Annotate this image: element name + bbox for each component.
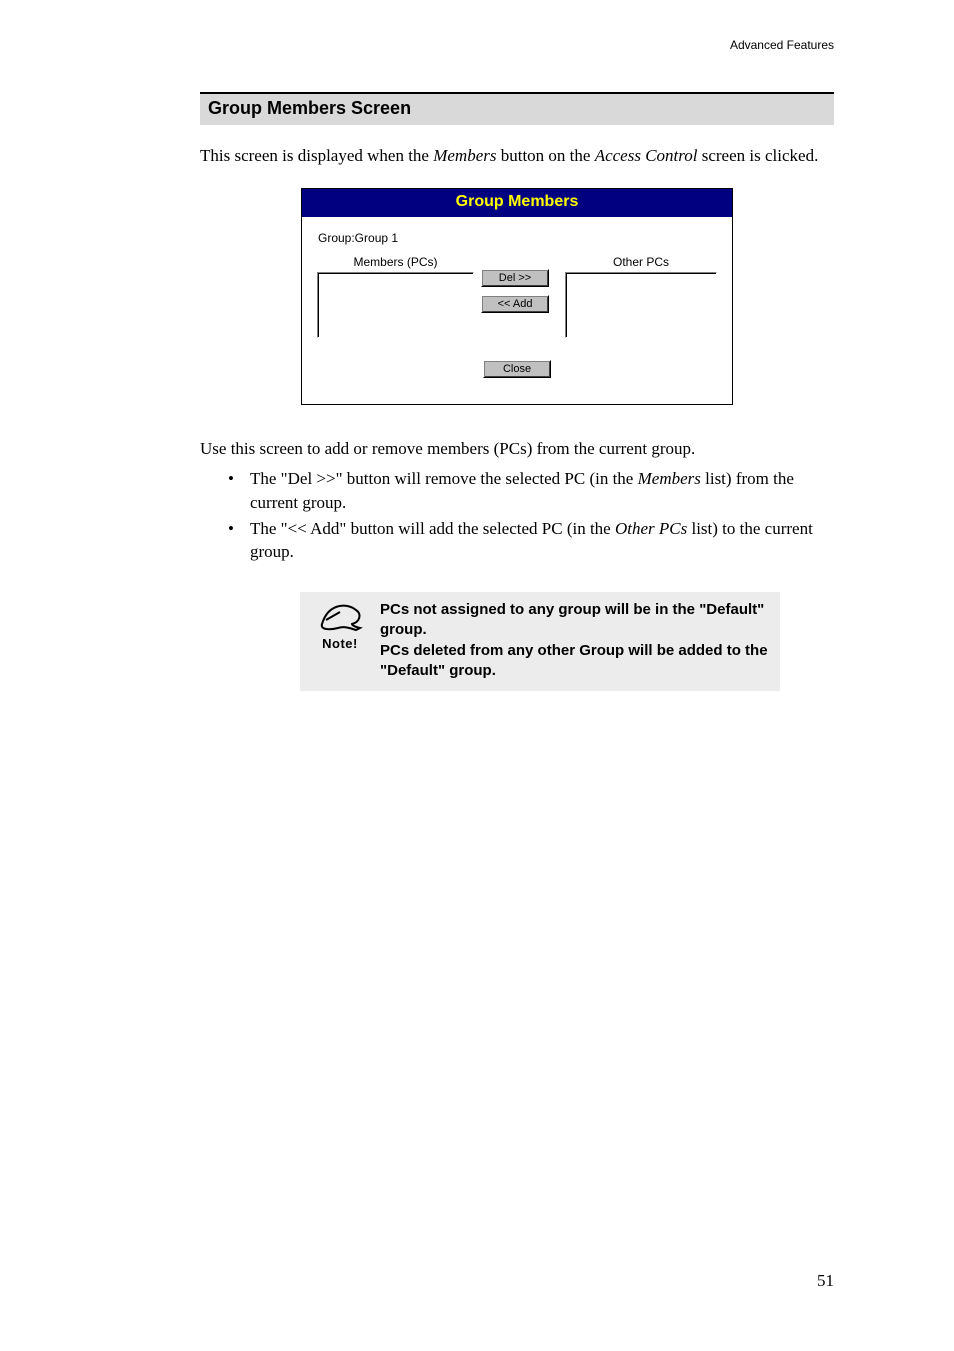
- figure-body: Group:Group 1 Members (PCs) Del >> << Ad…: [302, 217, 732, 404]
- figure-left-col: Members (PCs): [318, 255, 473, 338]
- intro-paragraph: This screen is displayed when the Member…: [200, 145, 834, 168]
- list-item: The "<< Add" button will add the selecte…: [228, 517, 834, 565]
- running-header: Advanced Features: [200, 38, 834, 52]
- other-pcs-label: Other PCs: [613, 255, 669, 269]
- note-box: Note! PCs not assigned to any group will…: [300, 592, 780, 691]
- del-button[interactable]: Del >>: [481, 269, 549, 287]
- bullet-list: The "Del >>" button will remove the sele…: [228, 467, 834, 564]
- section-heading: Group Members Screen: [200, 92, 834, 125]
- description-block: Use this screen to add or remove members…: [200, 439, 834, 564]
- members-listbox[interactable]: [317, 272, 474, 338]
- members-label: Members (PCs): [353, 255, 437, 269]
- figure-title: Group Members: [302, 189, 732, 217]
- intro-em-members: Members: [433, 146, 496, 165]
- figure-columns: Members (PCs) Del >> << Add Other PCs: [318, 255, 716, 338]
- note-label: Note!: [322, 636, 358, 651]
- intro-em-access-control: Access Control: [595, 146, 698, 165]
- bullet-text: The "Del >>" button will remove the sele…: [250, 469, 638, 488]
- note-line: PCs not assigned to any group will be in…: [380, 601, 764, 638]
- document-page: Advanced Features Group Members Screen T…: [0, 0, 954, 1351]
- bullet-em: Other PCs: [615, 519, 687, 538]
- list-item: The "Del >>" button will remove the sele…: [228, 467, 834, 515]
- note-icon: Note!: [308, 600, 372, 681]
- description-lead: Use this screen to add or remove members…: [200, 439, 834, 459]
- bullet-em: Members: [638, 469, 701, 488]
- figure-group-label: Group:Group 1: [318, 231, 716, 245]
- intro-text: screen is clicked.: [697, 146, 818, 165]
- intro-text: This screen is displayed when the: [200, 146, 433, 165]
- figure-right-col: Other PCs: [566, 255, 716, 338]
- figure-mid-col: Del >> << Add: [481, 269, 558, 313]
- page-number: 51: [817, 1271, 834, 1291]
- close-button[interactable]: Close: [483, 360, 551, 378]
- note-line: PCs deleted from any other Group will be…: [380, 642, 768, 679]
- bullet-text: The "<< Add" button will add the selecte…: [250, 519, 615, 538]
- figure-group-members: Group Members Group:Group 1 Members (PCs…: [301, 188, 733, 405]
- note-text: PCs not assigned to any group will be in…: [372, 600, 768, 681]
- intro-text: button on the: [496, 146, 594, 165]
- other-pcs-listbox[interactable]: [565, 272, 717, 338]
- add-button[interactable]: << Add: [481, 295, 549, 313]
- figure-close-row: Close: [318, 360, 716, 378]
